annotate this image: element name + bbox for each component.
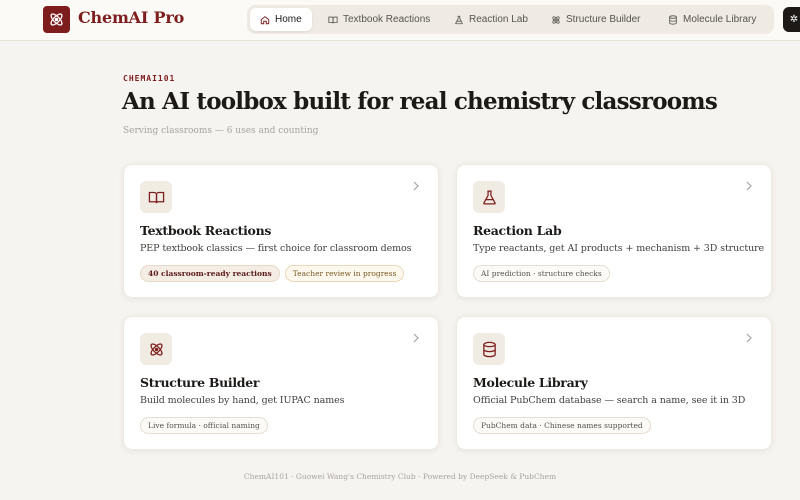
- database-icon: [669, 14, 677, 25]
- card-icon-box: [140, 181, 172, 213]
- nav-molecule-library-label: Molecule Library: [683, 14, 757, 25]
- brand-name[interactable]: ChemAI Pro: [78, 8, 184, 27]
- card-tags: 40 classroom-ready reactions Teacher rev…: [140, 265, 405, 282]
- tag-badge: Teacher review in progress: [284, 265, 405, 282]
- home-icon: [260, 15, 270, 24]
- tag-badge: 40 classroom-ready reactions: [140, 265, 280, 282]
- card-icon-box: [473, 181, 505, 213]
- tag-badge: Live formula · official naming: [140, 417, 268, 434]
- nav-textbook-reactions[interactable]: Textbook Reactions: [318, 8, 440, 31]
- page-footer: ChemAI101 · Guowei Wang's Chemistry Club…: [243, 472, 557, 481]
- nav-home-label: Home: [275, 14, 302, 25]
- hero-eyebrow: CHEMAI101: [123, 74, 176, 83]
- top-header: ChemAI Pro Home Textbook Reactions React…: [0, 0, 800, 41]
- card-structure-builder[interactable]: Structure Builder Build molecules by han…: [123, 316, 439, 450]
- tag-badge: PubChem data · Chinese names supported: [473, 417, 651, 434]
- card-tags: Live formula · official naming: [140, 417, 268, 434]
- chevron-right-icon: [746, 181, 752, 191]
- atom-icon: [149, 342, 163, 356]
- card-tags: AI prediction · structure checks: [473, 265, 610, 282]
- book-icon: [148, 191, 164, 203]
- nav-textbook-reactions-label: Textbook Reactions: [343, 14, 431, 25]
- nav-structure-builder-label: Structure Builder: [566, 14, 641, 25]
- card-molecule-library[interactable]: Molecule Library Official PubChem databa…: [456, 316, 772, 450]
- card-icon-box: [473, 333, 505, 365]
- tag-badge: AI prediction · structure checks: [473, 265, 610, 282]
- card-reaction-lab[interactable]: Reaction Lab Type reactants, get AI prod…: [456, 164, 772, 298]
- sparkle-button[interactable]: ✲: [783, 7, 800, 32]
- book-icon: [328, 16, 338, 23]
- nav-structure-builder[interactable]: Structure Builder: [541, 8, 650, 31]
- card-title: Reaction Lab: [473, 223, 562, 238]
- card-description: Type reactants, get AI products + mechan…: [473, 243, 765, 254]
- database-icon: [482, 341, 496, 357]
- card-description: Official PubChem database — search a nam…: [473, 395, 746, 406]
- page-title: An AI toolbox built for real chemistry c…: [122, 88, 718, 115]
- chevron-right-icon: [413, 181, 419, 191]
- card-description: PEP textbook classics — first choice for…: [140, 243, 412, 254]
- nav-molecule-library[interactable]: Molecule Library: [658, 8, 766, 31]
- nav-home[interactable]: Home: [250, 8, 312, 31]
- nav-reaction-lab-label: Reaction Lab: [469, 14, 528, 25]
- logo[interactable]: [43, 6, 70, 33]
- page-subtitle: Serving classrooms — 6 uses and counting: [123, 126, 319, 136]
- card-textbook-reactions[interactable]: Textbook Reactions PEP textbook classics…: [123, 164, 439, 298]
- card-icon-box: [140, 333, 172, 365]
- card-title: Molecule Library: [473, 375, 588, 390]
- chevron-right-icon: [413, 333, 419, 343]
- main-nav: Home Textbook Reactions Reaction Lab Str…: [247, 5, 774, 34]
- nav-reaction-lab[interactable]: Reaction Lab: [444, 8, 538, 31]
- card-title: Structure Builder: [140, 375, 260, 390]
- card-tags: PubChem data · Chinese names supported: [473, 417, 651, 434]
- flask-icon: [482, 189, 496, 205]
- flask-icon: [455, 15, 463, 24]
- card-description: Build molecules by hand, get IUPAC names: [140, 395, 345, 406]
- atom-icon: [552, 15, 560, 24]
- atom-icon: [50, 13, 63, 26]
- chevron-right-icon: [746, 333, 752, 343]
- sparkle-icon: ✲: [789, 14, 799, 25]
- card-title: Textbook Reactions: [140, 223, 272, 238]
